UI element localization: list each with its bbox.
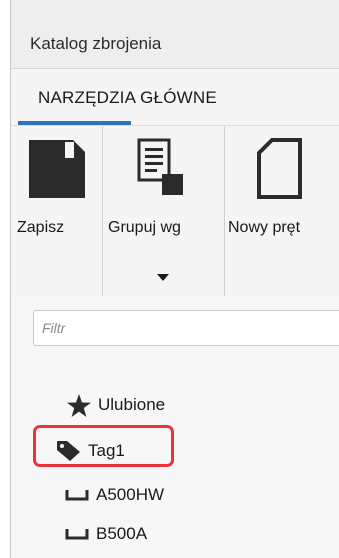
tree-item-favorites[interactable]: Ulubione bbox=[66, 392, 165, 418]
rebar-hook-icon bbox=[64, 484, 90, 506]
new-bar-label: Nowy pręt bbox=[228, 219, 301, 236]
new-document-icon bbox=[256, 138, 304, 205]
filter-area bbox=[11, 296, 339, 376]
save-icon bbox=[27, 138, 87, 205]
filter-input[interactable] bbox=[33, 310, 339, 346]
star-icon bbox=[66, 393, 92, 417]
tree-item-b500a[interactable]: B500A bbox=[64, 521, 147, 547]
ribbon-toolbar: Zapisz Grupuj wg Nowy pręt bbox=[11, 125, 339, 297]
ribbon-tab-bar: NARZĘDZIA GŁÓWNE bbox=[11, 69, 339, 125]
catalog-tree: Ulubione Tag1 A500HW B500A bbox=[11, 376, 339, 558]
rebar-catalog-panel: Katalog zbrojenia NARZĘDZIA GŁÓWNE Zapis… bbox=[10, 0, 339, 558]
save-button[interactable]: Zapisz bbox=[11, 126, 102, 296]
save-label: Zapisz bbox=[17, 219, 65, 236]
tree-item-label: B500A bbox=[96, 524, 148, 543]
selection-highlight bbox=[33, 425, 174, 467]
group-list-icon bbox=[137, 138, 185, 203]
group-by-button[interactable]: Grupuj wg bbox=[102, 126, 225, 296]
tree-item-label: Ulubione bbox=[98, 395, 166, 414]
title-bar: Katalog zbrojenia bbox=[11, 0, 339, 69]
dropdown-arrow-icon[interactable] bbox=[157, 268, 169, 286]
window-title: Katalog zbrojenia bbox=[30, 34, 162, 53]
new-bar-button[interactable]: Nowy pręt bbox=[223, 126, 339, 296]
tab-main-tools[interactable]: NARZĘDZIA GŁÓWNE bbox=[38, 88, 217, 108]
rebar-hook-icon bbox=[64, 523, 90, 545]
tree-item-a500hw[interactable]: A500HW bbox=[64, 482, 164, 508]
tree-item-label: A500HW bbox=[96, 485, 165, 504]
group-by-label: Grupuj wg bbox=[108, 219, 181, 236]
